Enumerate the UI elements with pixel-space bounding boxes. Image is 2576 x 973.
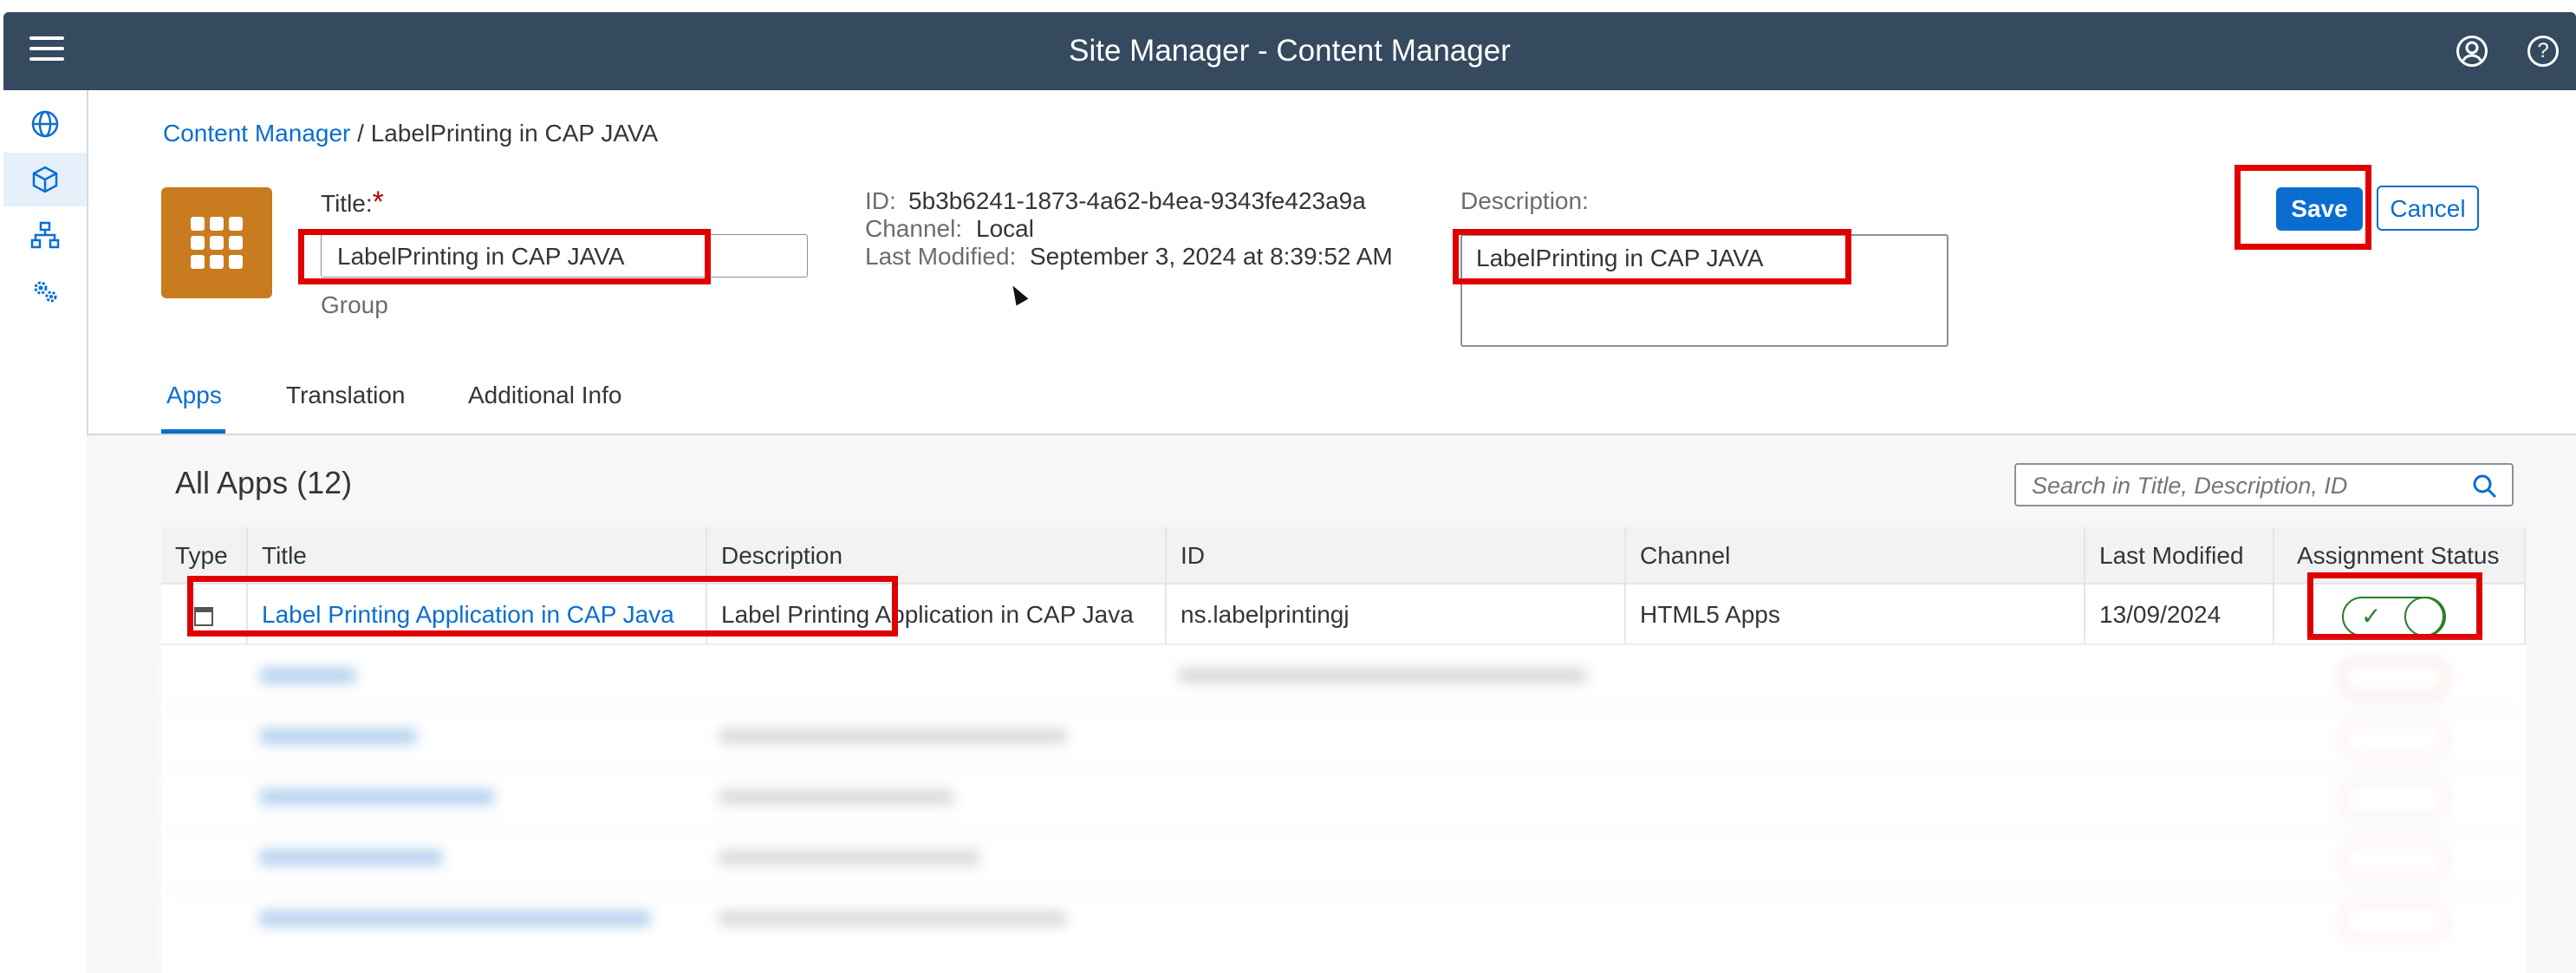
apps-count-title: All Apps (12) xyxy=(175,465,353,500)
breadcrumb-current: LabelPrinting in CAP JAVA xyxy=(370,120,659,147)
tab-translation[interactable]: Translation xyxy=(286,382,405,409)
breadcrumb-separator: / xyxy=(357,120,364,147)
app-last-modified: 13/09/2024 xyxy=(2085,584,2274,645)
app-channel: HTML5 Apps xyxy=(1626,584,2085,645)
title-label: Title:* xyxy=(321,186,384,219)
highlight-save-button xyxy=(2234,165,2371,250)
help-icon[interactable]: ? xyxy=(2527,36,2559,67)
globe-icon[interactable] xyxy=(3,97,87,151)
id-label: ID: xyxy=(865,187,896,214)
app-id: ns.labelprintingj xyxy=(1167,584,1626,645)
channel-value: Local xyxy=(976,215,1034,242)
column-header-channel[interactable]: Channel xyxy=(1626,527,2085,584)
last-modified-value: September 3, 2024 at 8:39:52 AM xyxy=(1030,243,1393,270)
highlight-title-input xyxy=(298,229,711,284)
search-field[interactable] xyxy=(2014,463,2514,506)
last-modified-label: Last Modified: xyxy=(865,243,1017,270)
side-navigation xyxy=(3,90,88,973)
column-header-last-modified[interactable]: Last Modified xyxy=(2085,527,2274,584)
column-header-id[interactable]: ID xyxy=(1167,527,1626,584)
user-profile-icon[interactable] xyxy=(2456,36,2488,67)
id-value: 5b3b6241-1873-4a62-b4ea-9343fe423a9a xyxy=(908,187,1366,214)
description-label: Description: xyxy=(1460,187,1589,214)
tab-apps[interactable]: Apps xyxy=(166,382,222,409)
highlight-app-row xyxy=(187,576,898,637)
required-marker: * xyxy=(372,186,384,219)
search-input[interactable] xyxy=(2030,472,2449,500)
cancel-button[interactable]: Cancel xyxy=(2377,186,2479,231)
highlight-assignment-toggle xyxy=(2307,572,2482,640)
tab-additional-info[interactable]: Additional Info xyxy=(468,382,621,409)
hamburger-menu-icon[interactable] xyxy=(29,36,64,66)
search-icon[interactable] xyxy=(2472,473,2498,500)
settings-gears-icon[interactable] xyxy=(3,264,87,317)
breadcrumb-link-content-manager[interactable]: Content Manager xyxy=(163,120,350,147)
breadcrumb: Content Manager / LabelPrinting in CAP J… xyxy=(163,120,658,147)
app-grid-icon xyxy=(161,187,272,298)
channel-label: Channel: xyxy=(865,215,963,242)
cube-icon[interactable] xyxy=(3,153,87,206)
highlight-description xyxy=(1453,229,1851,284)
page-title: Site Manager - Content Manager xyxy=(1069,34,1511,68)
group-type-label: Group xyxy=(321,291,388,318)
shell-header: Site Manager - Content Manager ? xyxy=(3,12,2576,90)
mouse-cursor-icon xyxy=(1006,282,1029,306)
sitemap-icon[interactable] xyxy=(3,208,87,262)
